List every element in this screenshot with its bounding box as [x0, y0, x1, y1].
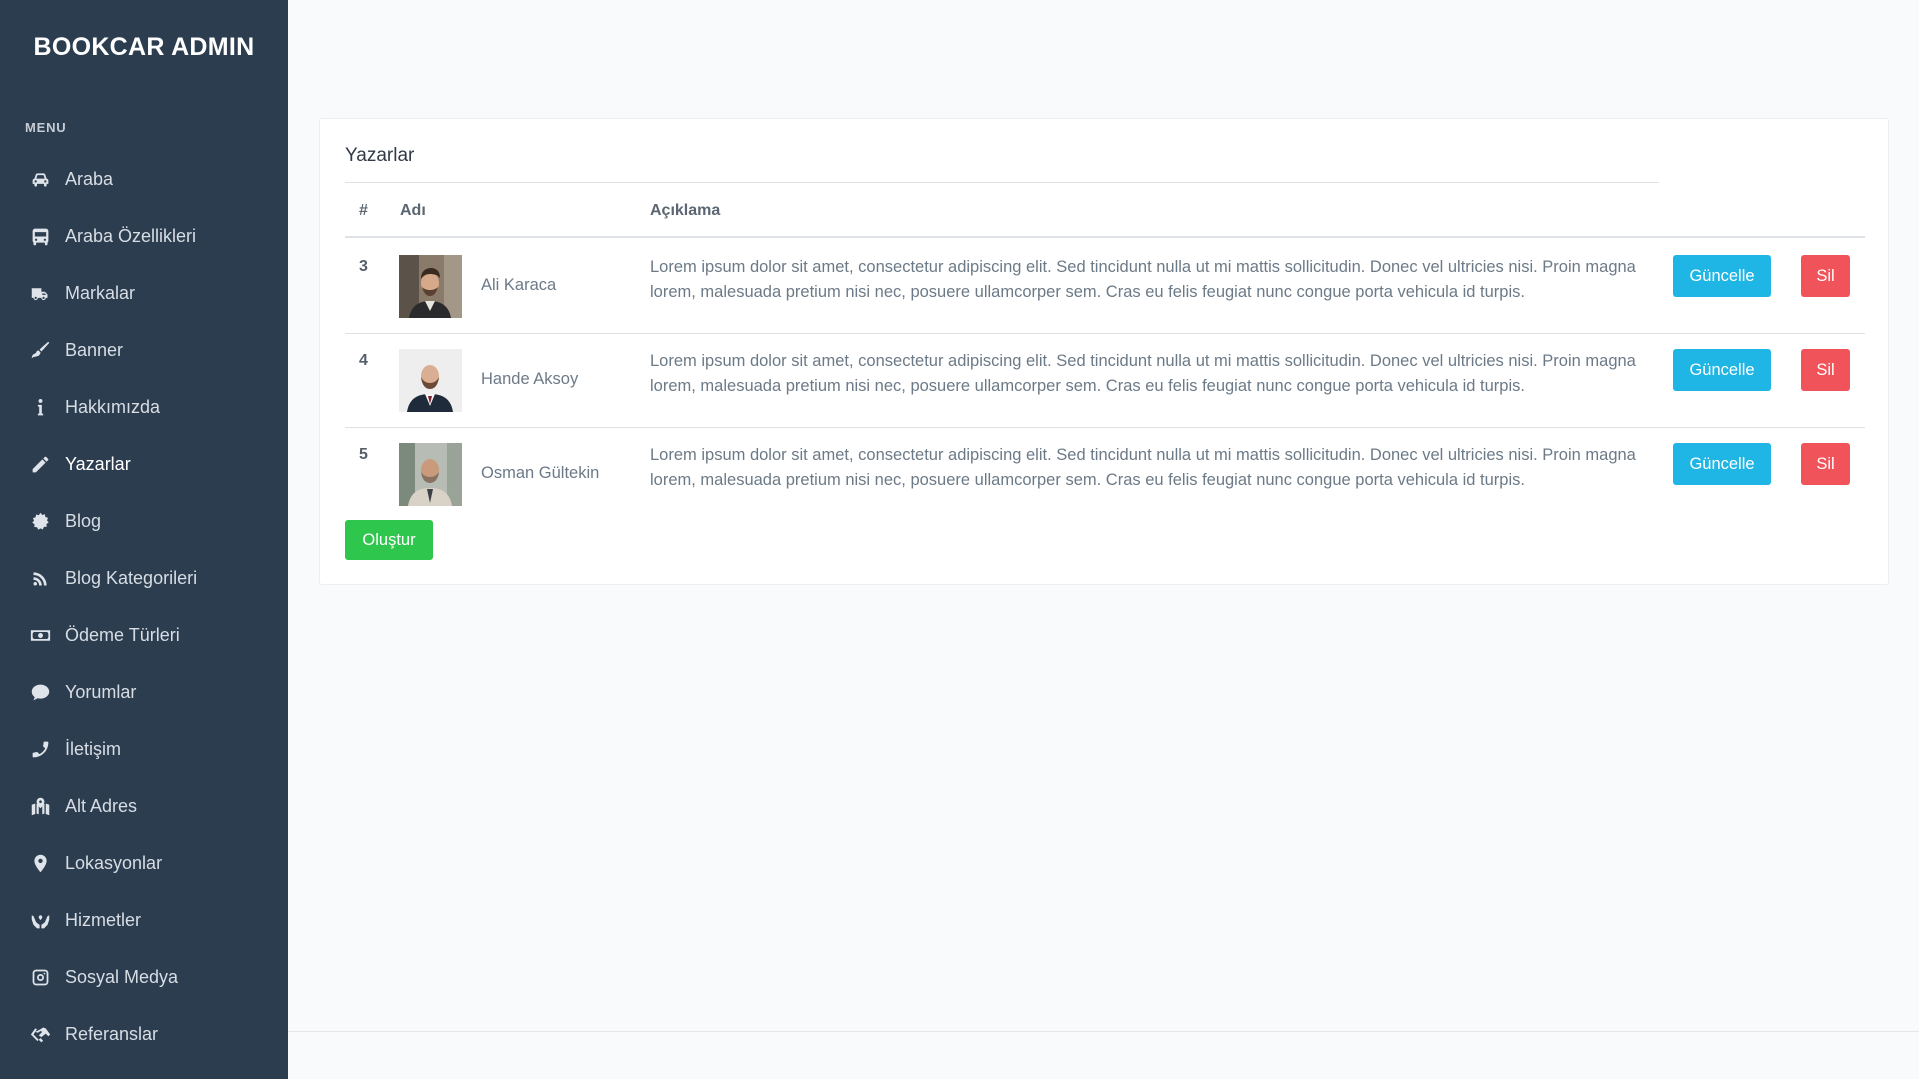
hands-icon	[28, 909, 52, 933]
column-header-name: Adı	[400, 202, 426, 219]
row-id: 3	[359, 258, 368, 275]
sidebar-item-label: İletişim	[65, 739, 122, 759]
menu-heading: MENU	[25, 120, 67, 135]
sidebar-item-hakkimizda[interactable]: Hakkımızda	[0, 379, 288, 436]
author-name: Ali Karaca	[481, 276, 557, 294]
footer-divider	[288, 1031, 1919, 1032]
sidebar-item-blog[interactable]: Blog	[0, 493, 288, 550]
gear-badge-icon	[28, 510, 52, 534]
sidebar: BOOKCAR ADMIN MENU Araba Araba Özellikle…	[0, 0, 288, 1079]
sidebar-item-label: Yorumlar	[65, 682, 137, 702]
phone-icon	[28, 738, 52, 762]
money-icon	[28, 624, 52, 648]
update-button[interactable]: Güncelle	[1673, 443, 1771, 485]
author-description: Lorem ipsum dolor sit amet, consectetur …	[650, 446, 1636, 489]
avatar	[399, 443, 462, 506]
map-icon	[28, 795, 52, 819]
brand-title[interactable]: BOOKCAR ADMIN	[0, 0, 288, 94]
column-header-number: #	[359, 202, 368, 219]
sidebar-item-yorumlar[interactable]: Yorumlar	[0, 664, 288, 721]
author-description: Lorem ipsum dolor sit amet, consectetur …	[650, 352, 1636, 395]
comment-icon	[28, 681, 52, 705]
sidebar-item-label: Markalar	[65, 283, 136, 303]
sidebar-item-label: Hakkımızda	[65, 397, 161, 417]
sidebar-item-label: Yazarlar	[65, 454, 131, 474]
delete-button[interactable]: Sil	[1801, 349, 1850, 391]
delete-button[interactable]: Sil	[1801, 255, 1850, 297]
instagram-icon	[28, 966, 52, 990]
sidebar-item-iletisim[interactable]: İletişim	[0, 721, 288, 778]
avatar	[399, 349, 462, 412]
sidebar-item-label: Sosyal Medya	[65, 967, 179, 987]
sidebar-item-referanslar[interactable]: Referanslar	[0, 1006, 288, 1063]
sidebar-item-markalar[interactable]: Markalar	[0, 265, 288, 322]
sidebar-item-label: Referanslar	[65, 1024, 159, 1044]
sidebar-item-araba[interactable]: Araba	[0, 151, 288, 208]
sidebar-item-hizmetler[interactable]: Hizmetler	[0, 892, 288, 949]
sidebar-item-banner[interactable]: Banner	[0, 322, 288, 379]
sidebar-item-sosyal-medya[interactable]: Sosyal Medya	[0, 949, 288, 1006]
table-row: 3 Ali Karaca Lorem ipsum dolor sit amet,…	[345, 240, 1865, 334]
handshake-icon	[28, 1023, 52, 1047]
table-row: 4 Hande Aksoy Lorem ipsum dolor sit amet…	[345, 334, 1865, 428]
row-id: 5	[359, 446, 368, 463]
feed-icon	[28, 567, 52, 591]
sidebar-item-label: Banner	[65, 340, 124, 360]
table-header: # Adı Açıklama	[345, 183, 1865, 238]
info-icon	[28, 396, 52, 420]
sidebar-item-alt-adres[interactable]: Alt Adres	[0, 778, 288, 835]
sidebar-item-label: Araba Özellikleri	[65, 226, 197, 246]
main-content: Yazarlar # Adı Açıklama 3 Ali Karaca Lor…	[288, 0, 1919, 1079]
delete-button[interactable]: Sil	[1801, 443, 1850, 485]
column-header-description: Açıklama	[650, 202, 721, 219]
create-button[interactable]: Oluştur	[345, 520, 433, 560]
avatar	[399, 255, 462, 318]
map-marker-icon	[28, 852, 52, 876]
sidebar-item-yazarlar[interactable]: Yazarlar	[0, 436, 288, 493]
author-name: Hande Aksoy	[481, 370, 579, 388]
sidebar-item-blog-kategorileri[interactable]: Blog Kategorileri	[0, 550, 288, 607]
author-description: Lorem ipsum dolor sit amet, consectetur …	[650, 258, 1636, 301]
card-title: Yazarlar	[345, 145, 415, 166]
update-button[interactable]: Güncelle	[1673, 349, 1771, 391]
sidebar-item-label: Araba	[65, 169, 114, 189]
bus-icon	[28, 225, 52, 249]
sidebar-item-label: Ödeme Türleri	[65, 625, 180, 645]
sidebar-item-label: Blog	[65, 511, 102, 531]
update-button[interactable]: Güncelle	[1673, 255, 1771, 297]
sidebar-item-araba-ozellikleri[interactable]: Araba Özellikleri	[0, 208, 288, 265]
pencil-icon	[28, 453, 52, 477]
sidebar-item-label: Hizmetler	[65, 910, 142, 930]
paint-brush-icon	[28, 339, 52, 363]
sidebar-menu: Araba Araba Özellikleri Markalar Banner …	[0, 151, 288, 1063]
sidebar-item-label: Lokasyonlar	[65, 853, 163, 873]
sidebar-item-odeme-turleri[interactable]: Ödeme Türleri	[0, 607, 288, 664]
authors-card: Yazarlar # Adı Açıklama 3 Ali Karaca Lor…	[319, 118, 1889, 585]
author-name: Osman Gültekin	[481, 464, 600, 482]
sidebar-item-label: Blog Kategorileri	[65, 568, 198, 588]
sidebar-item-lokasyonlar[interactable]: Lokasyonlar	[0, 835, 288, 892]
sidebar-item-label: Alt Adres	[65, 796, 138, 816]
row-id: 4	[359, 352, 368, 369]
table-row: 5 Osman Gültekin Lorem ipsum dolor sit a…	[345, 428, 1865, 522]
truck-icon	[28, 282, 52, 306]
car-icon	[28, 168, 52, 192]
